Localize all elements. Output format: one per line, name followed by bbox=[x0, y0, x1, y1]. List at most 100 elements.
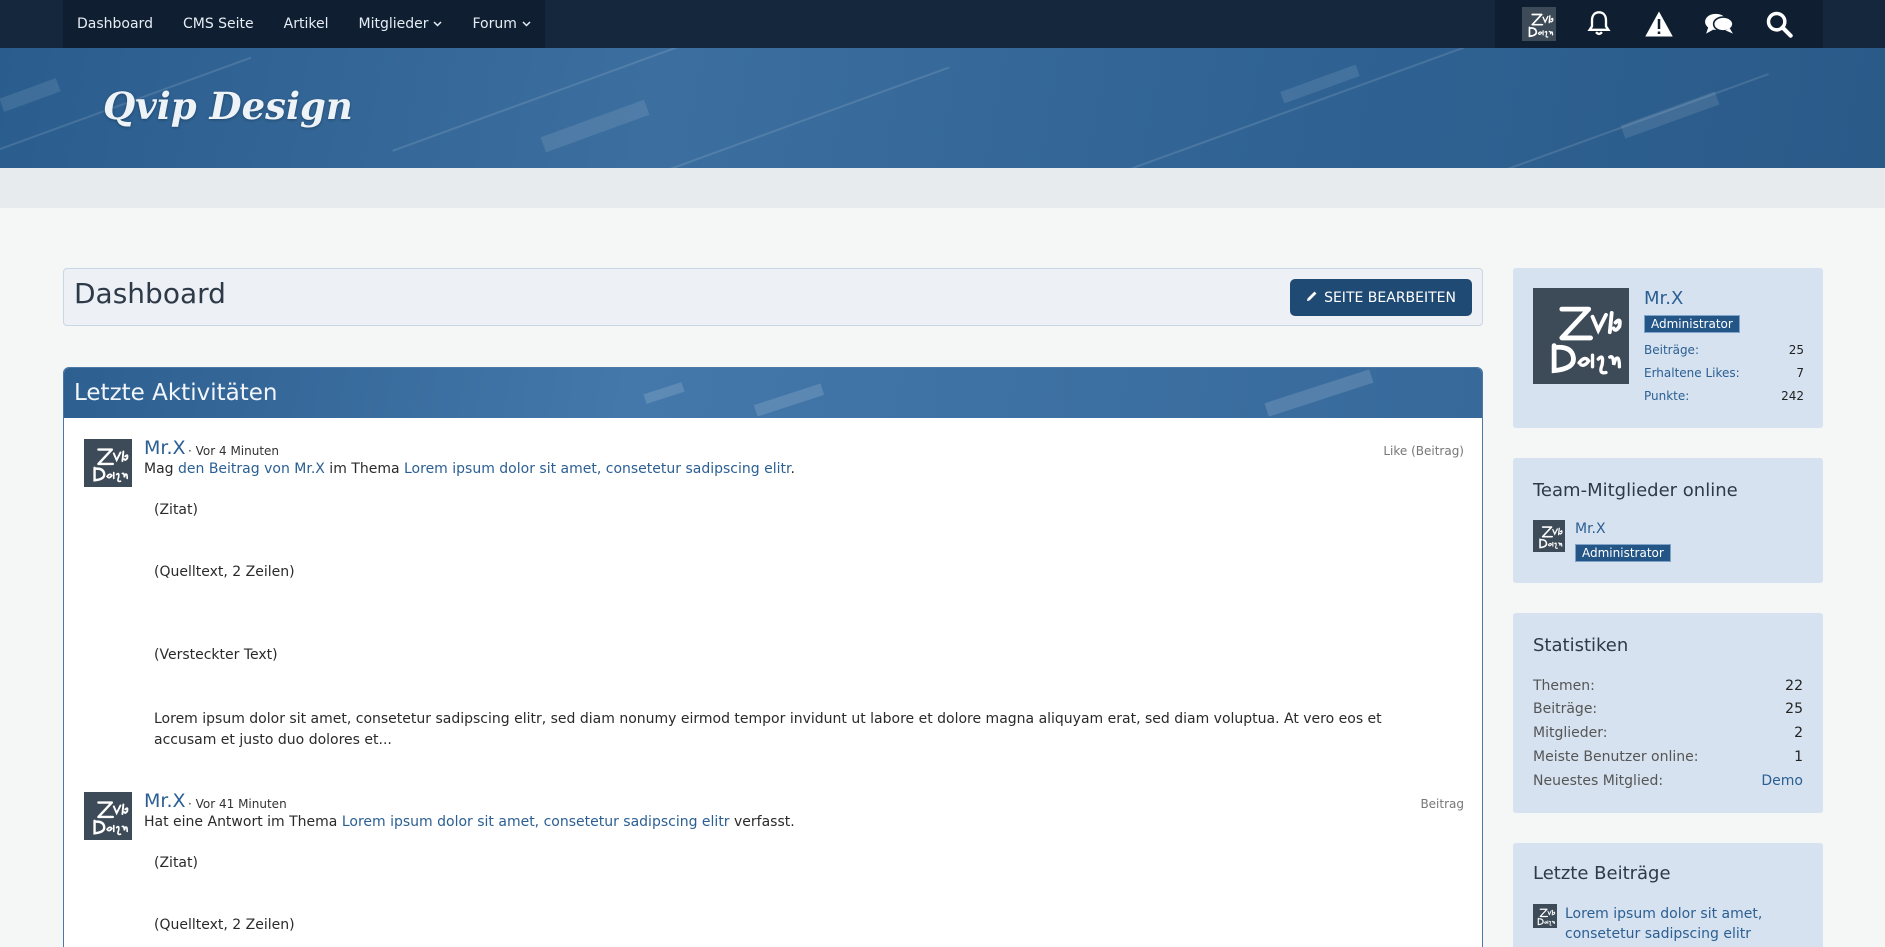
activity-type: Like (Beitrag) bbox=[1383, 444, 1464, 458]
header-banner: Qvip Design bbox=[0, 48, 1885, 168]
user-panel bbox=[1495, 0, 1823, 48]
edit-page-button[interactable]: SEITE BEARBEITEN bbox=[1290, 279, 1472, 316]
top-navigation-bar: Dashboard CMS Seite Artikel Mitglieder F… bbox=[0, 0, 1885, 48]
user-avatar-button[interactable] bbox=[1522, 7, 1556, 41]
statistics-box: Statistiken Themen: 22 Beiträge: 25 Mitgli… bbox=[1513, 613, 1823, 813]
stat-value: 22 bbox=[1785, 678, 1803, 694]
section-title: Letzte Beiträge bbox=[1533, 863, 1671, 884]
desc-text: Mag bbox=[144, 461, 178, 477]
banner-decoration bbox=[610, 66, 950, 168]
activity-type: Beitrag bbox=[1420, 797, 1464, 811]
stat-label: Mitglieder: bbox=[1533, 725, 1608, 741]
nav-forum[interactable]: Forum bbox=[472, 16, 531, 32]
recent-activity-title: Letzte Aktivitäten bbox=[74, 380, 278, 406]
nav-dashboard[interactable]: Dashboard bbox=[77, 16, 153, 32]
avatar[interactable] bbox=[1533, 288, 1629, 384]
desc-text: im Thema bbox=[324, 461, 404, 477]
site-logo[interactable]: Qvip Design bbox=[103, 84, 353, 128]
role-badge: Administrator bbox=[1644, 313, 1740, 333]
code-placeholder: (Quelltext, 2 Zeilen) bbox=[154, 564, 295, 580]
stat-value: 25 bbox=[1788, 343, 1804, 357]
nav-label: Mitglieder bbox=[358, 16, 429, 32]
nav-label: CMS Seite bbox=[182, 16, 254, 32]
quote-placeholder: (Zitat) bbox=[154, 855, 198, 871]
thread-link[interactable]: Lorem ipsum dolor sit amet, consetetur s… bbox=[404, 461, 790, 477]
warning-icon[interactable] bbox=[1642, 7, 1676, 41]
hidden-text-placeholder: (Versteckter Text) bbox=[154, 647, 278, 663]
nav-label: Forum bbox=[472, 16, 517, 32]
main-nav: Dashboard CMS Seite Artikel Mitglieder F… bbox=[63, 0, 545, 48]
quote-placeholder: (Zitat) bbox=[154, 502, 198, 518]
banner-decoration bbox=[540, 99, 650, 153]
sub-navigation-bar bbox=[0, 168, 1885, 208]
nav-label: Dashboard bbox=[77, 16, 153, 32]
nav-mitglieder[interactable]: Mitglieder bbox=[358, 16, 443, 32]
search-icon[interactable] bbox=[1762, 7, 1796, 41]
desc-text: Hat eine Antwort im Thema bbox=[144, 814, 342, 830]
profile-stat-row: Erhaltene Likes: 7 bbox=[1644, 366, 1804, 380]
username-link[interactable]: Mr.X bbox=[144, 790, 186, 812]
avatar bbox=[1522, 7, 1556, 41]
header-decoration bbox=[753, 383, 825, 417]
stat-row: Meiste Benutzer online: 1 bbox=[1533, 749, 1803, 765]
stat-row: Mitglieder: 2 bbox=[1533, 725, 1803, 741]
avatar[interactable] bbox=[82, 790, 134, 842]
avatar[interactable] bbox=[1532, 903, 1558, 929]
page-header: Dashboard SEITE BEARBEITEN bbox=[63, 268, 1483, 326]
stat-value: 1 bbox=[1794, 749, 1803, 765]
banner-decoration bbox=[1411, 73, 1769, 168]
team-member-link[interactable]: Mr.X bbox=[1575, 521, 1606, 537]
role-badge-label: Administrator bbox=[1644, 315, 1740, 333]
role-badge-label: Administrator bbox=[1575, 544, 1671, 562]
avatar[interactable] bbox=[1532, 519, 1566, 553]
newest-member-link[interactable]: Demo bbox=[1761, 773, 1803, 789]
activity-item: Mr.X · Vor 41 Minuten Beitrag Hat eine A… bbox=[82, 790, 1464, 947]
chevron-down-icon bbox=[433, 19, 443, 30]
stat-label: Punkte: bbox=[1644, 389, 1690, 403]
stat-value: 7 bbox=[1796, 366, 1804, 380]
pencil-icon bbox=[1306, 290, 1318, 306]
bell-icon[interactable] bbox=[1582, 7, 1616, 41]
stat-row: Themen: 22 bbox=[1533, 678, 1803, 694]
chat-icon[interactable] bbox=[1702, 7, 1736, 41]
recent-activity-header: Letzte Aktivitäten bbox=[64, 368, 1482, 418]
chevron-down-icon bbox=[522, 19, 531, 30]
stat-label: Beiträge: bbox=[1644, 343, 1699, 357]
header-decoration bbox=[1264, 369, 1374, 417]
role-badge: Administrator bbox=[1575, 542, 1671, 562]
username-link[interactable]: Mr.X bbox=[144, 437, 186, 459]
latest-posts-box: Letzte Beiträge Lorem ipsum dolor sit am… bbox=[1513, 843, 1823, 947]
banner-decoration bbox=[1620, 91, 1720, 139]
activity-item: Mr.X · Vor 4 Minuten Like (Beitrag) Mag … bbox=[82, 437, 1464, 769]
stat-row: Neuestes Mitglied: Demo bbox=[1533, 773, 1803, 789]
stat-value: 25 bbox=[1785, 701, 1803, 717]
timestamp: · Vor 4 Minuten bbox=[188, 444, 280, 458]
stat-label: Neuestes Mitglied: bbox=[1533, 773, 1664, 789]
section-title: Statistiken bbox=[1533, 635, 1629, 656]
banner-decoration bbox=[0, 78, 61, 112]
stat-label: Erhaltene Likes: bbox=[1644, 366, 1740, 380]
profile-username[interactable]: Mr.X bbox=[1644, 288, 1683, 309]
edit-page-label: SEITE BEARBEITEN bbox=[1324, 289, 1456, 306]
profile-stat-row: Beiträge: 25 bbox=[1644, 343, 1804, 357]
nav-cms-seite[interactable]: CMS Seite bbox=[183, 16, 254, 32]
stat-label: Meiste Benutzer online: bbox=[1533, 749, 1699, 765]
recent-activity-box: Letzte Aktivitäten Mr.X · Vor 4 Minuten … bbox=[63, 367, 1483, 947]
post-title-line: Lorem ipsum dolor sit amet, bbox=[1565, 906, 1763, 922]
team-online-box: Team-Mitglieder online Mr.X Administrato… bbox=[1513, 458, 1823, 583]
stat-value: 242 bbox=[1781, 389, 1804, 403]
stat-label: Beiträge: bbox=[1533, 701, 1598, 717]
stat-row: Beiträge: 25 bbox=[1533, 701, 1803, 717]
nav-artikel[interactable]: Artikel bbox=[284, 16, 329, 32]
post-excerpt: Lorem ipsum dolor sit amet, consetetur s… bbox=[154, 711, 1382, 748]
stat-value: 2 bbox=[1794, 725, 1803, 741]
avatar[interactable] bbox=[82, 437, 134, 489]
post-title-line: consetetur sadipscing elitr bbox=[1565, 926, 1751, 942]
activity-description: Hat eine Antwort im Thema Lorem ipsum do… bbox=[144, 814, 795, 830]
thread-link[interactable]: Lorem ipsum dolor sit amet, consetetur s… bbox=[342, 814, 730, 830]
page-title: Dashboard bbox=[74, 277, 226, 310]
activity-description: Mag den Beitrag von Mr.X im Thema Lorem … bbox=[144, 461, 795, 477]
latest-post-link[interactable]: Lorem ipsum dolor sit amet, consetetur s… bbox=[1565, 904, 1762, 944]
profile-stat-row: Punkte: 242 bbox=[1644, 389, 1804, 403]
post-link[interactable]: den Beitrag von Mr.X bbox=[178, 461, 325, 477]
